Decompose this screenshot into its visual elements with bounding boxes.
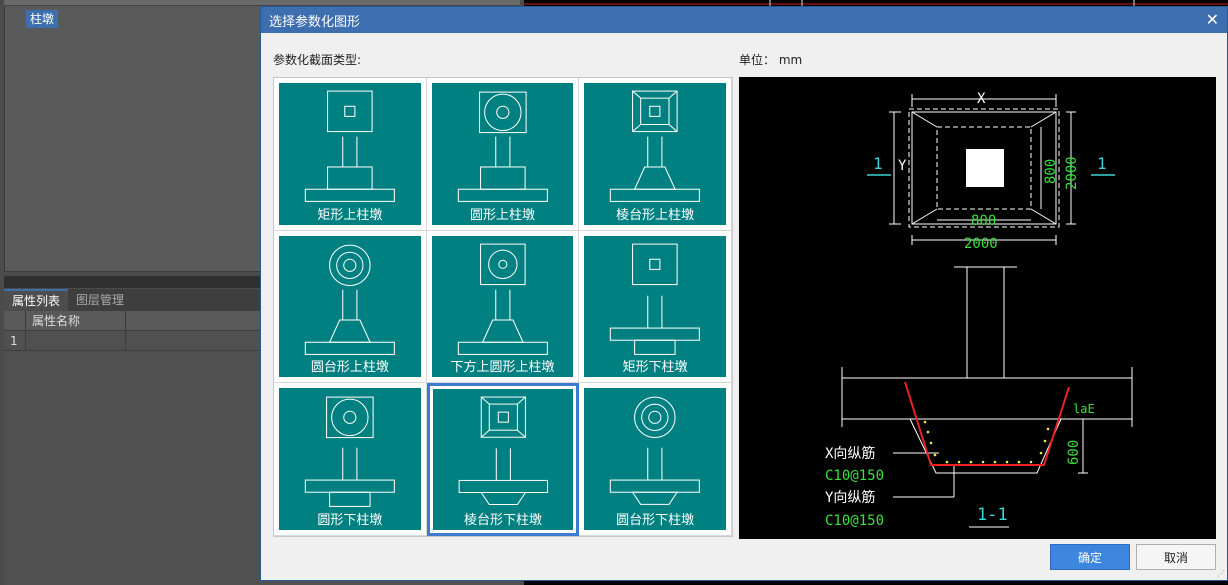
shape-label: 圆形上柱墩 — [469, 207, 535, 223]
preview-drawing: X Y 800 2000 800 2000 1 1 laE 600 X向纵筋 C… — [825, 91, 1133, 529]
row-number: 1 — [4, 331, 26, 351]
shape-option[interactable]: 圆台形上柱墩 — [274, 230, 427, 384]
shape-option[interactable]: 下方上圆形上柱墩 — [426, 230, 580, 384]
shape-preview: X Y 800 2000 800 2000 1 1 laE 600 X向纵筋 C… — [739, 77, 1216, 539]
shape-label: 下方上圆形上柱墩 — [450, 360, 555, 376]
lae-label: laE — [1073, 402, 1095, 416]
dim-inner-width: 800 — [971, 213, 996, 229]
shape-option[interactable]: 棱台形下柱墩 — [426, 383, 580, 536]
shape-thumbnail: 下方上圆形上柱墩 — [431, 235, 574, 378]
shape-option[interactable]: 棱台形上柱墩 — [579, 78, 732, 231]
section-title: 1-1 — [977, 505, 1008, 525]
unit-value: mm — [778, 53, 803, 67]
shape-option[interactable]: 矩形上柱墩 — [274, 78, 427, 231]
dim-y-label: Y — [898, 158, 907, 174]
shape-option[interactable]: 圆形下柱墩 — [274, 383, 427, 536]
shape-label: 矩形上柱墩 — [317, 207, 383, 223]
shape-label: 圆形下柱墩 — [317, 513, 383, 528]
row-cell[interactable] — [26, 331, 126, 351]
x-rebar-label: X向纵筋 — [825, 445, 875, 462]
close-icon[interactable]: ✕ — [1206, 7, 1219, 33]
dim-outer-width: 2000 — [964, 236, 998, 252]
shape-option[interactable]: 圆台形下柱墩 — [579, 383, 732, 536]
section-mark-left: 1 — [873, 154, 883, 173]
y-rebar-label: Y向纵筋 — [825, 489, 875, 506]
y-rebar-spec: C10@150 — [825, 513, 884, 529]
section-type-label: 参数化截面类型: — [273, 53, 362, 67]
shape-label: 矩形下柱墩 — [622, 360, 688, 376]
tab-layer-manager[interactable]: 图层管理 — [68, 289, 132, 311]
cancel-button[interactable]: 取消 — [1136, 544, 1216, 570]
dim-inner-height: 800 — [1043, 159, 1059, 184]
shape-thumbnail: 棱台形上柱墩 — [584, 83, 726, 225]
shape-thumbnail: 圆形上柱墩 — [431, 83, 574, 225]
dim-outer-height: 2000 — [1064, 156, 1080, 190]
shape-thumbnail: 矩形上柱墩 — [279, 83, 421, 225]
depth-label: 600 — [1066, 440, 1082, 465]
shape-label: 圆台形下柱墩 — [616, 513, 695, 528]
column-header-property-name: 属性名称 — [26, 311, 126, 331]
dialog-title: 选择参数化图形 — [269, 14, 361, 30]
section-mark-right: 1 — [1097, 154, 1107, 173]
shape-label: 棱台形上柱墩 — [616, 207, 695, 223]
resize-grip-icon[interactable]: ⋰ — [1217, 570, 1225, 578]
shape-option[interactable]: 矩形下柱墩 — [579, 230, 732, 384]
shape-thumbnail: 矩形下柱墩 — [584, 235, 726, 378]
shape-label: 棱台形下柱墩 — [463, 513, 542, 528]
shape-thumbnail: 圆台形上柱墩 — [279, 235, 421, 378]
row-number-header — [4, 311, 26, 331]
shape-thumbnail: 圆台形下柱墩 — [584, 388, 726, 530]
tab-property-list[interactable]: 属性列表 — [4, 289, 69, 311]
shape-label: 圆台形上柱墩 — [310, 360, 389, 376]
plan-column-square — [966, 149, 1004, 187]
shape-option[interactable]: 圆形上柱墩 — [426, 78, 580, 231]
select-parametric-shape-dialog: 选择参数化图形 ✕ 参数化截面类型: 单位： mm 矩形上柱墩 圆形上柱墩 棱台形上… — [260, 6, 1228, 581]
shape-grid: 矩形上柱墩 圆形上柱墩 棱台形上柱墩圆台形上柱墩 下方上圆形上柱墩 矩形下柱墩圆形下柱墩… — [273, 77, 733, 537]
unit-label: 单位： mm — [739, 51, 802, 68]
shape-thumbnail: 棱台形下柱墩 — [432, 389, 574, 530]
dim-x-label: X — [977, 91, 986, 107]
component-tag[interactable]: 柱墩 — [26, 10, 59, 28]
shape-thumbnail: 圆形下柱墩 — [279, 388, 421, 530]
ok-button[interactable]: 确定 — [1050, 544, 1130, 570]
rebar-dots — [923, 420, 1050, 464]
dialog-titlebar[interactable]: 选择参数化图形 ✕ — [261, 7, 1227, 33]
x-rebar-spec: C10@150 — [825, 468, 884, 484]
unit-label-text: 单位： — [739, 53, 776, 67]
